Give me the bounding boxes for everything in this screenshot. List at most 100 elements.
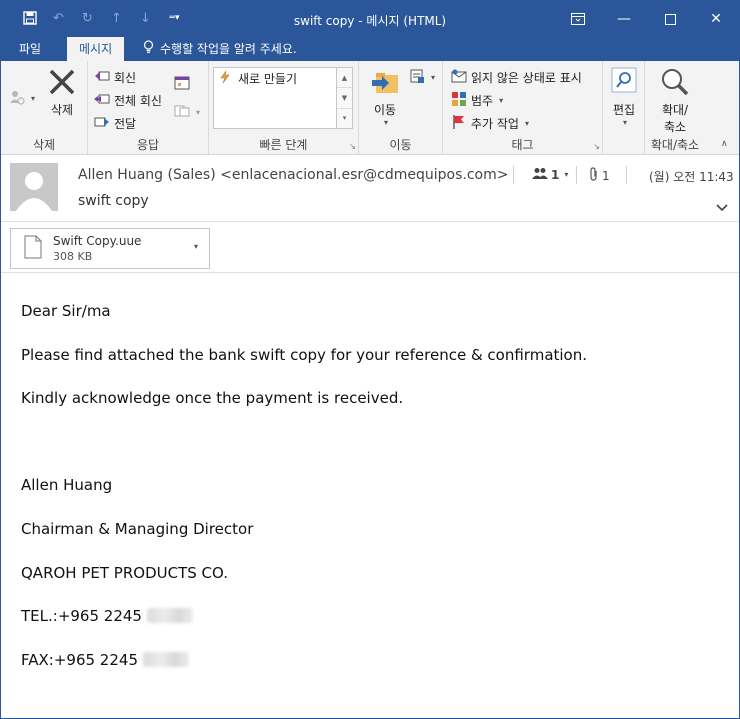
file-icon <box>24 235 42 262</box>
ribbon-display-options-icon[interactable] <box>555 1 601 37</box>
paperclip-icon <box>589 167 599 184</box>
reply-all-label: 전체 회신 <box>114 94 162 108</box>
reply-all-button[interactable]: 전체 회신 <box>94 91 162 110</box>
attachment-dropdown-icon[interactable]: ▾ <box>194 242 198 251</box>
group-label-zoom: 확대/축소 <box>650 138 700 152</box>
divider <box>626 166 627 184</box>
ignore-icon <box>9 89 25 108</box>
ignore-button[interactable]: ▾ <box>9 89 35 108</box>
ribbon-tabs: 파일 메시지 수행할 작업을 알려 주세요. <box>1 37 739 61</box>
reply-label: 회신 <box>114 71 137 85</box>
message-body: Dear Sir/ma Please find attached the ban… <box>21 301 721 693</box>
follow-up-label: 추가 작업 <box>471 117 519 131</box>
tell-me-box[interactable]: 수행할 작업을 알려 주세요. <box>143 37 297 61</box>
signature-fax: FAX:+965 2245 <box>21 650 721 694</box>
flag-icon <box>451 114 467 133</box>
zoom-button[interactable]: 확대/ 축소 <box>651 67 699 135</box>
scroll-up-icon[interactable]: ▲ <box>337 68 352 89</box>
editing-label: 편집 <box>612 103 636 117</box>
received-datetime: (월) 오전 11:43 <box>649 170 734 184</box>
categorize-icon <box>451 91 467 110</box>
editing-button[interactable]: 편집 ▾ <box>608 67 640 127</box>
follow-up-button[interactable]: 추가 작업 ▾ <box>451 114 529 133</box>
signature-title: Chairman & Managing Director <box>21 519 254 538</box>
attachment-count-button[interactable]: 1 <box>589 167 610 184</box>
quick-steps-launcher-icon[interactable]: ↘ <box>349 142 356 151</box>
forward-button[interactable]: 전달 <box>94 114 136 133</box>
quick-step-new-label: 새로 만들기 <box>238 72 298 86</box>
ribbon: ▾ 삭제 삭제 회신 전체 회신 전달 ▾ 응답 빠른 단계 ↘ 새로 만들기 … <box>1 61 739 155</box>
group-move: 이동 ▾ ▾ 이동 <box>359 61 443 155</box>
people-count: 1 <box>551 167 560 182</box>
subject-line: swift copy <box>78 193 149 209</box>
divider <box>576 166 577 184</box>
signature-company: QAROH PET PRODUCTS CO. <box>21 563 228 582</box>
group-delete: ▾ 삭제 삭제 <box>1 61 88 155</box>
reply-button[interactable]: 회신 <box>94 68 136 87</box>
gallery-more-icon[interactable]: ▾ <box>337 109 352 128</box>
delete-label: 삭제 <box>50 103 74 117</box>
signature-tel: TEL.:+965 2245 <box>21 606 721 650</box>
delete-button[interactable]: 삭제 <box>41 67 83 118</box>
move-label: 이동 <box>373 103 397 117</box>
more-respond-icon <box>174 103 190 122</box>
avatar[interactable] <box>10 163 58 211</box>
collapse-ribbon-icon[interactable]: ∧ <box>721 139 728 149</box>
attachment-bar: Swift Copy.uue 308 KB ▾ <box>1 223 739 273</box>
close-icon[interactable]: ✕ <box>693 1 739 37</box>
reply-all-icon <box>94 91 110 110</box>
people-icon <box>532 167 548 182</box>
group-respond: 회신 전체 회신 전달 ▾ 응답 <box>88 61 209 155</box>
group-label-tags: 태그 <box>511 138 534 152</box>
quick-steps-gallery: 새로 만들기 <box>213 67 337 129</box>
forward-icon <box>94 114 110 133</box>
attachment-size: 308 KB <box>53 250 93 263</box>
meeting-icon <box>174 75 190 94</box>
quick-step-new[interactable]: 새로 만들기 <box>218 70 297 87</box>
zoom-label-line2: 축소 <box>663 120 687 134</box>
sender-line[interactable]: Allen Huang (Sales) <enlacenacional.esr@… <box>78 167 509 183</box>
body-line-2: Kindly acknowledge once the payment is r… <box>21 389 404 408</box>
categorize-label: 범주 <box>471 94 494 108</box>
group-label-move: 이동 <box>389 138 412 152</box>
folder-move-icon <box>365 67 405 97</box>
chevron-down-icon[interactable] <box>716 200 728 216</box>
group-label-delete: 삭제 <box>32 138 56 152</box>
meeting-reply-button[interactable] <box>174 75 190 94</box>
signature-fax-text: FAX:+965 2245 <box>21 650 138 669</box>
signature-name: Allen Huang <box>21 476 113 495</box>
tags-launcher-icon[interactable]: ↘ <box>593 142 600 151</box>
group-zoom: 확대/ 축소 확대/축소 <box>645 61 705 155</box>
body-line-1: Please find attached the bank swift copy… <box>21 345 588 364</box>
envelope-icon <box>451 68 467 87</box>
lightning-icon <box>218 70 232 87</box>
redacted-number <box>146 608 193 624</box>
title-bar: ↶ ↻ ↑ ↓ ═▾ swift copy - 메시지 (HTML) — ✕ <box>1 1 739 37</box>
mark-unread-button[interactable]: 읽지 않은 상태로 표시 <box>451 68 582 87</box>
message-header: Allen Huang (Sales) <enlacenacional.esr@… <box>1 156 739 222</box>
tab-file[interactable]: 파일 <box>7 37 53 61</box>
attachment-item[interactable]: Swift Copy.uue 308 KB ▾ <box>10 228 210 269</box>
window-controls: — ✕ <box>555 1 739 37</box>
delete-icon <box>41 67 83 97</box>
categorize-button[interactable]: 범주 ▾ <box>451 91 503 110</box>
tell-me-text: 수행할 작업을 알려 주세요. <box>160 42 297 56</box>
rules-button[interactable]: ▾ <box>409 68 435 87</box>
more-respond-button[interactable]: ▾ <box>174 103 200 122</box>
maximize-icon[interactable] <box>647 1 693 37</box>
move-button[interactable]: 이동 ▾ <box>365 67 405 127</box>
minimize-icon[interactable]: — <box>601 1 647 37</box>
body-greeting: Dear Sir/ma <box>21 302 111 320</box>
tab-message[interactable]: 메시지 <box>67 37 125 61</box>
forward-label: 전달 <box>114 117 137 131</box>
quick-steps-scroll[interactable]: ▲ ▼ ▾ <box>337 67 353 129</box>
group-editing: 편집 ▾ <box>603 61 645 155</box>
attachment-count: 1 <box>602 168 610 183</box>
group-tags: 읽지 않은 상태로 표시 범주 ▾ 추가 작업 ▾ 태그 ↘ <box>443 61 603 155</box>
scroll-down-icon[interactable]: ▼ <box>337 88 352 109</box>
people-count-button[interactable]: 1 ▾ <box>532 167 568 182</box>
zoom-label-line1: 확대/ <box>661 103 689 117</box>
reply-icon <box>94 68 110 87</box>
rules-icon <box>409 68 425 87</box>
redacted-number <box>142 651 189 667</box>
